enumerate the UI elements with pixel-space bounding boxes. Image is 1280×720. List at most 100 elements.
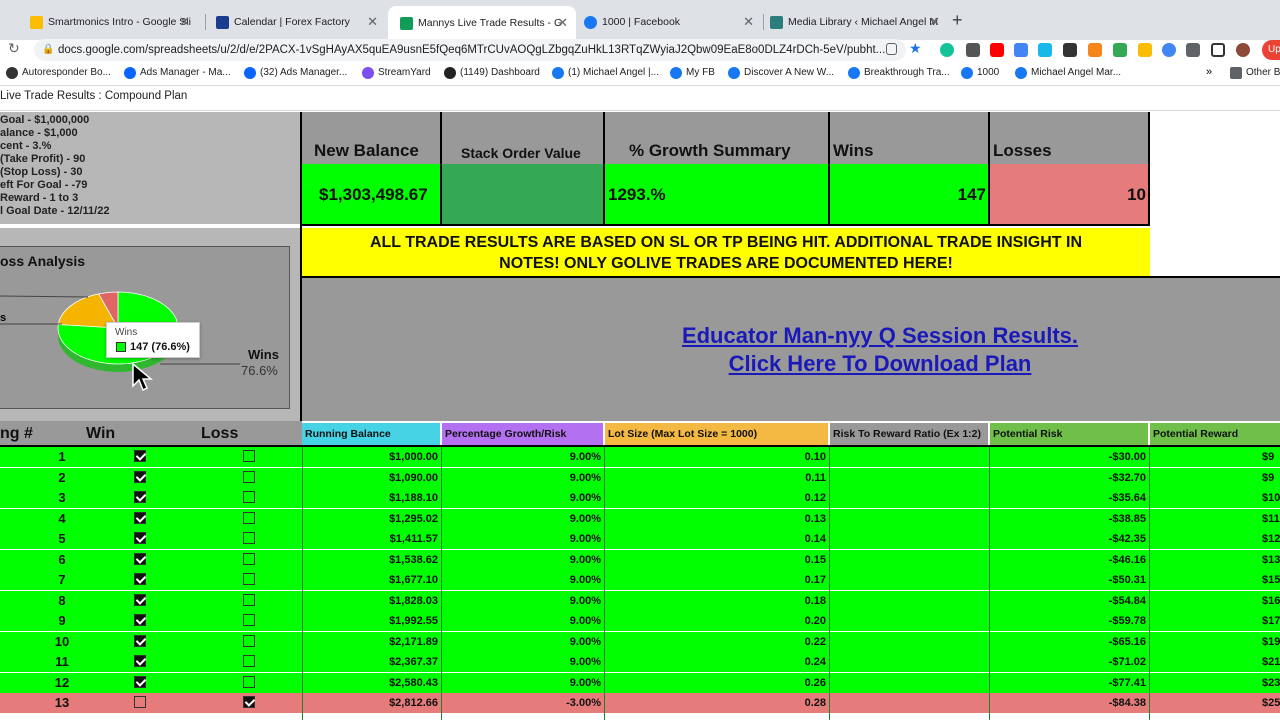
table-row[interactable]: 1 $1,000.00 9.00% 0.10 -$30.00 $9 xyxy=(0,447,1280,467)
running-balance-cell[interactable]: $1,000.00 xyxy=(302,447,441,467)
running-balance-cell[interactable]: $2,580.43 xyxy=(302,673,441,693)
loss-checkbox[interactable] xyxy=(243,552,255,565)
bookmark-discover[interactable]: Discover A New W... xyxy=(728,67,834,79)
tab-mannys-live-trade[interactable]: Mannys Live Trade Results - G ✕ xyxy=(388,6,576,40)
lot-size-cell[interactable]: 0.11 xyxy=(605,468,829,488)
filter-icon[interactable] xyxy=(1138,43,1152,57)
potential-reward-cell[interactable]: $10 xyxy=(1262,488,1280,508)
loss-checkbox[interactable] xyxy=(243,696,255,708)
close-icon[interactable]: ✕ xyxy=(557,15,568,31)
chevron-right-icon[interactable]: » xyxy=(1206,66,1212,78)
bookmark-autoresponder[interactable]: Autoresponder Bo... xyxy=(6,67,111,79)
potential-reward-cell[interactable]: $12 xyxy=(1262,529,1280,549)
pct-growth-cell[interactable]: 9.00% xyxy=(442,652,604,672)
lot-size-cell[interactable]: 0.14 xyxy=(605,529,829,549)
running-balance-cell[interactable]: $1,538.62 xyxy=(302,550,441,570)
potential-risk-cell[interactable]: -$84.38 xyxy=(990,693,1149,713)
pct-growth-cell[interactable]: 9.00% xyxy=(442,447,604,467)
running-balance-cell[interactable]: $1,677.10 xyxy=(302,570,441,590)
table-row[interactable]: 3 $1,188.10 9.00% 0.12 -$35.64 $10 xyxy=(0,488,1280,508)
win-checkbox[interactable] xyxy=(134,675,146,688)
lot-size-header[interactable]: Lot Size (Max Lot Size = 1000) xyxy=(605,423,828,445)
pct-growth-cell[interactable]: -3.00% xyxy=(442,693,604,713)
tab-smartmonics[interactable]: Smartmonics Intro - Google Sli ✕ xyxy=(18,8,198,36)
win-checkbox[interactable] xyxy=(134,552,146,565)
loss-checkbox[interactable] xyxy=(243,593,255,606)
reload-icon[interactable]: ↻ xyxy=(8,40,20,57)
close-icon[interactable]: ✕ xyxy=(179,14,190,30)
download-plan-link[interactable]: Educator Man-nyy Q Session Results. Clic… xyxy=(612,322,1148,378)
running-balance-header[interactable]: Running Balance xyxy=(302,423,440,445)
bookmark-1000[interactable]: 1000 xyxy=(961,67,999,79)
pct-growth-cell[interactable]: 9.00% xyxy=(442,529,604,549)
table-row[interactable]: 12 $2,580.43 9.00% 0.26 -$77.41 $23 xyxy=(0,672,1280,693)
lot-size-cell[interactable]: 0.12 xyxy=(605,488,829,508)
table-row[interactable]: 4 $1,295.02 9.00% 0.13 -$38.85 $11 xyxy=(0,508,1280,529)
table-row[interactable]: 6 $1,538.62 9.00% 0.15 -$46.16 $13 xyxy=(0,549,1280,570)
sidepanel-icon[interactable] xyxy=(1211,43,1225,57)
grammarly-icon[interactable] xyxy=(940,43,954,57)
new-tab-button[interactable]: + xyxy=(952,10,963,31)
potential-risk-cell[interactable]: -$71.02 xyxy=(990,652,1149,672)
win-checkbox[interactable] xyxy=(134,511,146,524)
loss-checkbox[interactable] xyxy=(243,532,255,544)
filter-icon[interactable] xyxy=(1113,43,1127,57)
potential-reward-header[interactable]: Potential Reward xyxy=(1150,423,1280,445)
potential-risk-cell[interactable]: -$32.70 xyxy=(990,468,1149,488)
table-row[interactable]: 7 $1,677.10 9.00% 0.17 -$50.31 $15 xyxy=(0,570,1280,590)
tab-forex-calendar[interactable]: Calendar | Forex Factory ✕ xyxy=(204,8,386,36)
table-row[interactable]: 10 $2,171.89 9.00% 0.22 -$65.16 $19 xyxy=(0,631,1280,652)
share-icon[interactable] xyxy=(886,43,897,55)
lot-size-cell[interactable]: 0.20 xyxy=(605,611,829,631)
running-balance-cell[interactable]: $1,295.02 xyxy=(302,509,441,529)
potential-risk-cell[interactable]: -$42.35 xyxy=(990,529,1149,549)
running-balance-cell[interactable]: $1,828.03 xyxy=(302,591,441,611)
running-balance-cell[interactable]: $1,188.10 xyxy=(302,488,441,508)
potential-risk-cell[interactable]: -$54.84 xyxy=(990,591,1149,611)
bookmark-my-fb[interactable]: My FB xyxy=(670,67,715,79)
avatar[interactable] xyxy=(1236,43,1250,57)
update-button[interactable]: Up xyxy=(1262,40,1280,60)
running-balance-cell[interactable]: $2,812.66 xyxy=(302,693,441,713)
puzzle-icon[interactable] xyxy=(1186,43,1200,57)
potential-risk-cell[interactable]: -$65.16 xyxy=(990,632,1149,652)
pct-growth-cell[interactable]: 9.00% xyxy=(442,611,604,631)
running-balance-cell[interactable]: $1,411.57 xyxy=(302,529,441,549)
loss-checkbox[interactable] xyxy=(243,470,255,483)
win-checkbox[interactable] xyxy=(134,655,146,667)
stack-order-cell[interactable] xyxy=(442,164,603,224)
potential-reward-cell[interactable]: $16 xyxy=(1262,591,1280,611)
running-balance-cell[interactable]: $2,171.89 xyxy=(302,632,441,652)
win-checkbox[interactable] xyxy=(134,450,146,462)
pct-growth-cell[interactable]: 9.00% xyxy=(442,468,604,488)
potential-risk-cell[interactable]: -$50.31 xyxy=(990,570,1149,590)
potential-risk-header[interactable]: Potential Risk xyxy=(990,423,1148,445)
loss-checkbox[interactable] xyxy=(243,450,255,462)
running-balance-cell[interactable]: $1,992.55 xyxy=(302,611,441,631)
potential-risk-cell[interactable]: -$30.00 xyxy=(990,447,1149,467)
bookmark-streamyard[interactable]: StreamYard xyxy=(362,67,431,79)
lot-size-cell[interactable]: 0.10 xyxy=(605,447,829,467)
win-checkbox[interactable] xyxy=(134,634,146,647)
potential-risk-cell[interactable]: -$59.78 xyxy=(990,611,1149,631)
bookmark-breakthrough[interactable]: Breakthrough Tra... xyxy=(848,67,950,79)
potential-reward-cell[interactable]: $17 xyxy=(1262,611,1280,631)
lot-size-cell[interactable]: 0.15 xyxy=(605,550,829,570)
potential-reward-cell[interactable]: $21 xyxy=(1262,652,1280,672)
loss-checkbox[interactable] xyxy=(243,614,255,626)
bookmark-michael-angel-mar[interactable]: Michael Angel Mar... xyxy=(1015,67,1121,79)
bookmark-star-icon[interactable]: ★ xyxy=(909,40,922,57)
win-checkbox[interactable] xyxy=(134,573,146,585)
loss-checkbox[interactable] xyxy=(243,511,255,524)
running-balance-cell[interactable]: $2,367.37 xyxy=(302,652,441,672)
table-row[interactable]: 9 $1,992.55 9.00% 0.20 -$59.78 $17 xyxy=(0,611,1280,631)
loss-checkbox[interactable] xyxy=(243,655,255,667)
potential-reward-cell[interactable]: $9 xyxy=(1262,447,1280,467)
rr-header[interactable]: Risk To Reward Ratio (Ex 1:2) xyxy=(830,423,988,445)
lot-size-cell[interactable]: 0.28 xyxy=(605,693,829,713)
table-row[interactable]: 13 $2,812.66 -3.00% 0.28 -$84.38 $25 xyxy=(0,693,1280,713)
bookmark-dashboard[interactable]: (1149) Dashboard xyxy=(444,67,540,79)
loss-checkbox[interactable] xyxy=(243,675,255,688)
loss-checkbox[interactable] xyxy=(243,573,255,585)
extension-icon[interactable] xyxy=(966,43,980,57)
